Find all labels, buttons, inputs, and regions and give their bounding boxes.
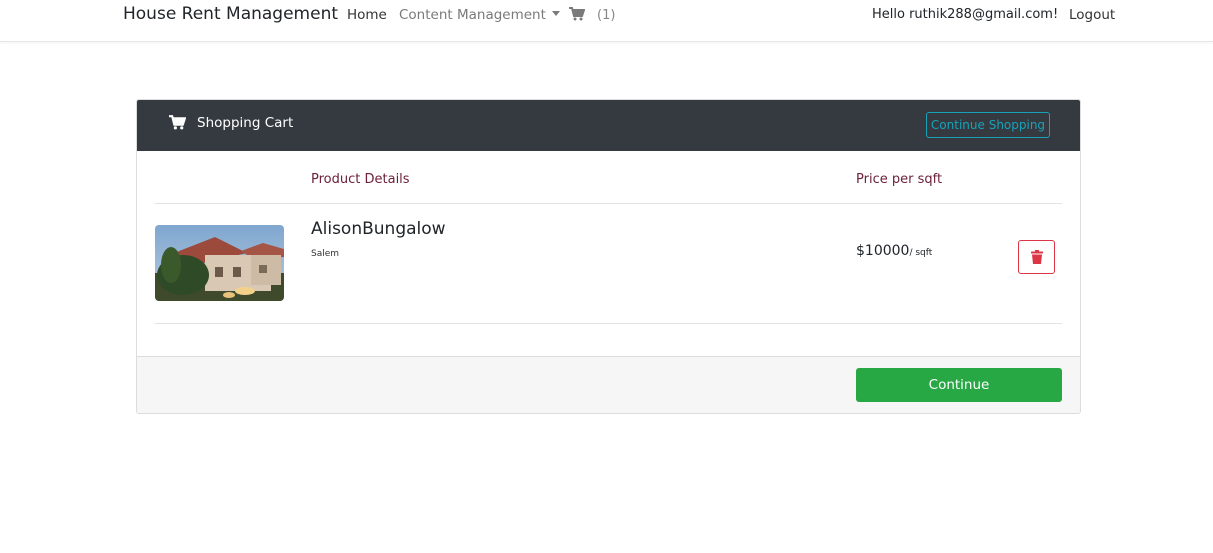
delete-item-button[interactable] — [1018, 240, 1055, 274]
logout-link[interactable]: Logout — [1069, 7, 1115, 23]
nav-content-management-dropdown[interactable]: Content Management — [399, 7, 560, 23]
product-thumbnail — [155, 225, 284, 301]
product-name[interactable]: AlisonBungalow — [311, 219, 446, 239]
product-location: Salem — [311, 249, 340, 259]
cart-title: Shopping Cart — [197, 115, 294, 131]
header-divider — [155, 203, 1062, 204]
continue-shopping-button[interactable]: Continue Shopping — [926, 112, 1050, 138]
cart-header: Shopping Cart Continue Shopping — [137, 100, 1080, 151]
brand-title[interactable]: House Rent Management — [123, 4, 338, 24]
row-divider — [155, 323, 1062, 324]
user-greeting: Hello ruthik288@gmail.com! — [872, 7, 1059, 22]
top-navbar: House Rent Management Home Content Manag… — [0, 0, 1213, 42]
nav-content-management-label: Content Management — [399, 7, 546, 23]
nav-cart-link[interactable]: (1) — [569, 7, 615, 23]
column-header-product-details: Product Details — [311, 172, 410, 187]
column-header-price: Price per sqft — [856, 172, 943, 187]
continue-button[interactable]: Continue — [856, 368, 1062, 402]
cart-count-badge: (1) — [597, 8, 616, 23]
caret-down-icon — [551, 11, 560, 16]
cart-footer: Continue — [137, 356, 1080, 413]
nav-home-link[interactable]: Home — [347, 7, 387, 23]
price-unit: / sqft — [909, 248, 933, 258]
price-value: $10000 — [856, 243, 910, 259]
cart-icon — [569, 7, 586, 21]
trash-icon — [1030, 250, 1043, 264]
cart-icon — [169, 115, 186, 130]
product-price: $10000/ sqft — [856, 243, 932, 259]
